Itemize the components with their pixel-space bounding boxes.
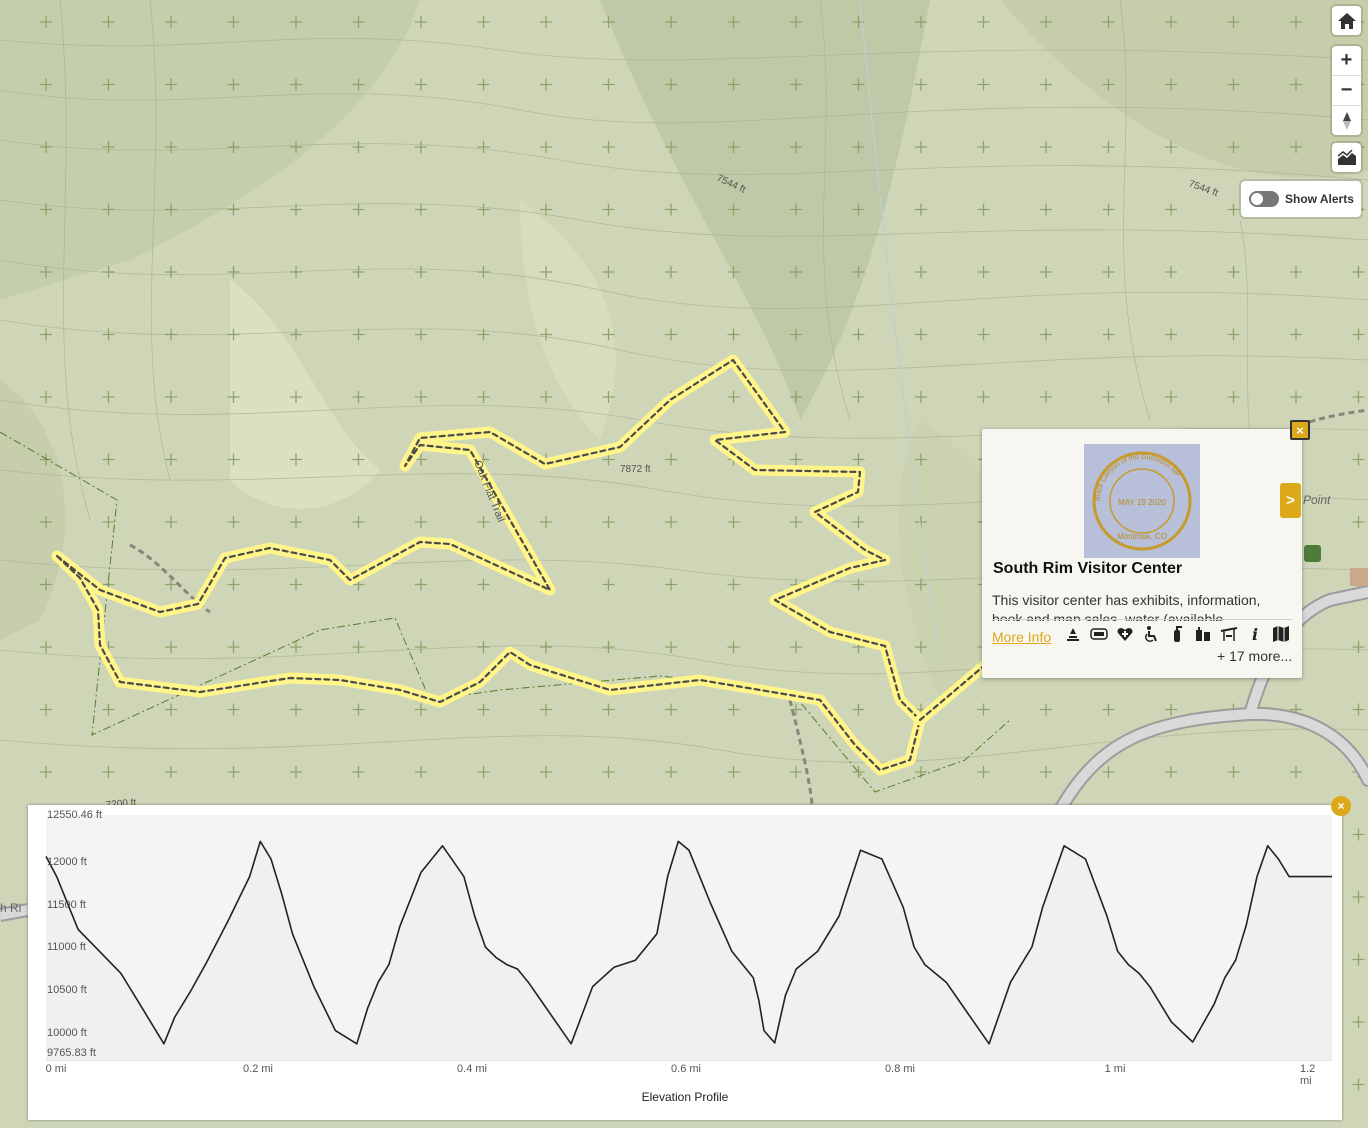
- x-tick-label: 0.8 mi: [885, 1063, 915, 1075]
- map-icon: [1272, 625, 1290, 643]
- stamp-date: MAY 19 2020: [1118, 498, 1166, 507]
- passport-stamp-image: Black Canyon of the Gunnison NP MAY 19 2…: [1084, 444, 1200, 558]
- divider: [992, 619, 1292, 620]
- popup-title: South Rim Visitor Center: [993, 560, 1183, 577]
- visitor-center-popup: Black Canyon of the Gunnison NP MAY 19 2…: [982, 429, 1302, 678]
- x-tick-label: 0.6 mi: [671, 1063, 701, 1075]
- popup-next-button[interactable]: >: [1280, 483, 1301, 518]
- y-tick-label: 11500 ft: [47, 899, 86, 911]
- zoom-in-button[interactable]: +: [1332, 46, 1361, 76]
- picnic-shelter-icon: [1220, 625, 1238, 643]
- campfire-icon: [1064, 625, 1082, 643]
- zoom-out-button[interactable]: −: [1332, 76, 1361, 106]
- elevation-profile-title: Elevation Profile: [641, 1090, 729, 1104]
- wheelchair-icon: [1142, 625, 1160, 643]
- toggle-switch[interactable]: [1249, 191, 1279, 207]
- compass-icon[interactable]: [1332, 106, 1361, 135]
- show-alerts-label: Show Alerts: [1285, 192, 1354, 206]
- more-amenities-count[interactable]: + 17 more...: [1217, 648, 1292, 664]
- y-min-label: 9765.83 ft: [47, 1047, 96, 1059]
- x-tick-label: 1.2 mi: [1300, 1063, 1316, 1087]
- home-control[interactable]: [1332, 6, 1361, 35]
- elevation-profile-icon[interactable]: [1332, 143, 1361, 172]
- elevation-profile-panel: 12550.46 ft 12000 ft 11500 ft 11000 ft 1…: [28, 805, 1342, 1120]
- water-icon: [1194, 625, 1212, 643]
- accessible-icon: [1090, 625, 1108, 643]
- y-tick-label: 12000 ft: [47, 856, 87, 868]
- popup-close-button[interactable]: ×: [1290, 420, 1310, 440]
- poi-label: Point: [1303, 493, 1331, 507]
- home-icon[interactable]: [1332, 6, 1361, 35]
- show-alerts-toggle[interactable]: Show Alerts: [1241, 181, 1361, 217]
- popup-description: This visitor center has exhibits, inform…: [992, 592, 1261, 621]
- information-icon: i: [1251, 624, 1259, 644]
- more-info-link[interactable]: More Info: [992, 629, 1051, 645]
- x-tick-label: 0 mi: [45, 1063, 67, 1075]
- zoom-control[interactable]: + −: [1332, 46, 1361, 135]
- y-tick-label: 10500 ft: [47, 984, 87, 996]
- fire-extinguisher-icon: [1168, 625, 1186, 643]
- x-tick-label: 0.2 mi: [243, 1063, 273, 1075]
- y-tick-label: 10000 ft: [47, 1027, 87, 1039]
- elevation-close-button[interactable]: ×: [1331, 796, 1351, 816]
- road-label: h Ri: [0, 901, 21, 915]
- x-tick-label: 0.4 mi: [457, 1063, 487, 1075]
- stamp-text-bottom: Montrose, CO: [1117, 532, 1167, 541]
- amenity-icons: i: [1064, 624, 1290, 644]
- y-tick-label: 11000 ft: [47, 941, 86, 953]
- x-tick-label: 1 mi: [1104, 1063, 1126, 1075]
- contour-label: 7872 ft: [620, 464, 651, 475]
- elevation-toggle-control[interactable]: [1332, 143, 1361, 172]
- y-max-label: 12550.46 ft: [47, 809, 103, 821]
- first-aid-icon: [1116, 625, 1134, 643]
